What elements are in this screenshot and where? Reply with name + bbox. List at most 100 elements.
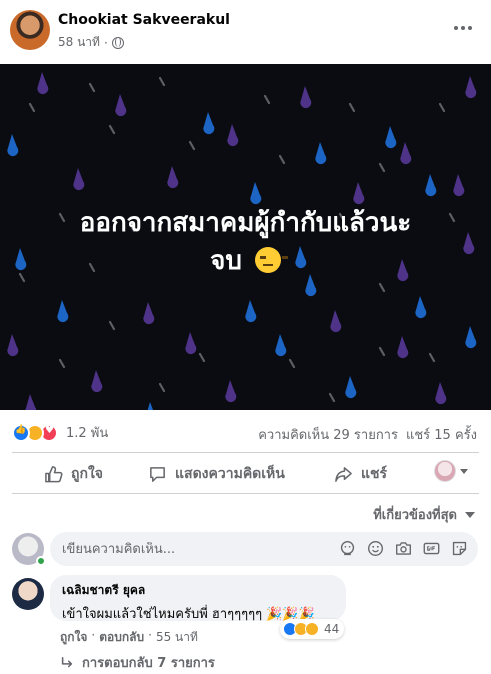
raindrop-shape — [397, 336, 409, 359]
rain-streak-shape — [428, 352, 436, 363]
author-name[interactable]: Chookiat Sakveerakul — [58, 12, 230, 28]
author-avatar[interactable] — [10, 10, 50, 50]
online-status-icon — [36, 556, 46, 566]
post-image[interactable]: ออกจากสมาคมผู้กำกับแล้วนะ จบ — [0, 64, 491, 410]
gif-icon[interactable] — [423, 540, 440, 557]
meta-separator: · — [103, 35, 108, 50]
rain-streak-shape — [278, 154, 286, 165]
composer-tools — [339, 540, 468, 557]
chevron-down-icon — [465, 511, 475, 518]
view-replies-link[interactable]: การตอบกลับ 7 รายการ — [60, 652, 215, 673]
rain-streak-shape — [348, 102, 356, 113]
reaction-count: 1.2 พัน — [66, 426, 109, 441]
reply-arrow-icon — [61, 656, 73, 667]
rain-streak-shape — [288, 358, 296, 369]
raindrop-shape — [143, 302, 155, 325]
post-header: Chookiat Sakveerakul 58 นาที · — [0, 0, 491, 62]
emoji-icon[interactable] — [367, 540, 384, 557]
like-button[interactable]: ถูกใจ — [44, 463, 103, 485]
post-text-line-2-text: จบ — [210, 246, 242, 276]
rain-streak-shape — [263, 94, 271, 105]
raindrop-shape — [115, 94, 127, 117]
raindrop-shape — [415, 296, 427, 319]
expressionless-emoji-icon — [254, 247, 288, 273]
dot-icon — [461, 26, 465, 30]
raindrop-shape — [465, 76, 477, 99]
post-time[interactable]: 58 นาที — [58, 33, 100, 52]
reaction-summary[interactable]: 1.2 พัน — [12, 422, 108, 443]
divider — [12, 452, 479, 453]
reaction-as-selector[interactable] — [434, 460, 468, 482]
post-stats: 1.2 พัน ความคิดเห็น 29 รายการ แชร์ 15 คร… — [0, 418, 491, 446]
comment-input[interactable] — [62, 541, 322, 557]
raindrop-shape — [465, 326, 477, 349]
raindrop-shape — [425, 174, 437, 197]
sticker-icon[interactable] — [451, 540, 468, 557]
share-icon — [335, 466, 352, 482]
meta-separator: · — [91, 628, 96, 642]
raindrop-shape — [315, 142, 327, 165]
camera-icon[interactable] — [395, 540, 412, 557]
commenter-avatar[interactable] — [12, 578, 44, 610]
avatar — [434, 460, 456, 482]
dot-icon — [454, 26, 458, 30]
rain-streak-shape — [158, 76, 166, 87]
raindrop-shape — [330, 310, 342, 333]
comment-count[interactable]: ความคิดเห็น 29 รายการ — [258, 424, 398, 445]
like-label: ถูกใจ — [71, 466, 103, 482]
raindrop-shape — [353, 182, 365, 205]
raindrop-shape — [7, 134, 19, 157]
commenter-name[interactable]: เฉลิมชาตรี ยุคล — [62, 581, 334, 600]
raindrop-shape — [245, 300, 257, 323]
rain-streak-shape — [378, 346, 386, 357]
comment-meta: ถูกใจ · ตอบกลับ · 55 นาที — [60, 628, 198, 647]
comment-composer[interactable] — [50, 532, 478, 566]
comment-reply-link[interactable]: ตอบกลับ — [99, 628, 144, 647]
rain-streak-shape — [438, 102, 446, 113]
raindrop-shape — [400, 142, 412, 165]
share-button[interactable]: แชร์ — [334, 463, 387, 485]
raindrop-shape — [203, 112, 215, 135]
globe-icon — [111, 36, 124, 49]
rain-streak-shape — [158, 382, 166, 393]
rain-streak-shape — [378, 162, 386, 173]
raindrop-shape — [37, 72, 49, 95]
raindrop-shape — [345, 376, 357, 399]
rain-streak-shape — [108, 124, 116, 135]
rain-streak-shape — [328, 392, 336, 403]
replies-label: การตอบกลับ 7 รายการ — [82, 656, 215, 671]
post-text: ออกจากสมาคมผู้กำกับแล้วนะ จบ — [0, 204, 491, 280]
comment-label: แสดงความคิดเห็น — [175, 466, 285, 482]
comment-time[interactable]: 55 นาที — [156, 628, 198, 647]
comment-reaction-count: 44 — [324, 622, 340, 636]
share-count[interactable]: แชร์ 15 ครั้ง — [406, 424, 477, 445]
thumbs-up-icon — [45, 465, 63, 482]
raindrop-shape — [453, 174, 465, 197]
raindrop-shape — [225, 380, 237, 403]
share-label: แชร์ — [361, 466, 388, 482]
post-meta: 58 นาที · — [58, 33, 124, 52]
like-reaction-icon — [12, 423, 30, 442]
comment-like-link[interactable]: ถูกใจ — [60, 628, 87, 647]
sort-label: ที่เกี่ยวข้องที่สุด — [373, 508, 457, 523]
raindrop-shape — [73, 168, 85, 191]
comment-bubble: เฉลิมชาตรี ยุคล เข้าใจผมแล้วใช่ไหมครับพี… — [50, 575, 346, 622]
raindrop-shape — [435, 382, 447, 405]
comment-sort-dropdown[interactable]: ที่เกี่ยวข้องที่สุด — [373, 504, 475, 525]
raindrop-shape — [25, 394, 37, 410]
raindrop-shape — [57, 300, 69, 323]
raindrop-shape — [227, 124, 239, 147]
post-text-line-1: ออกจากสมาคมผู้กำกับแล้วนะ — [79, 208, 412, 238]
more-options-button[interactable] — [449, 16, 477, 40]
rain-streak-shape — [88, 82, 96, 93]
divider — [12, 493, 479, 494]
comment-reaction-summary[interactable]: 44 — [280, 619, 345, 639]
raindrop-shape — [7, 334, 19, 357]
haha-reaction-icon — [305, 622, 319, 636]
avatar-sticker-icon[interactable] — [339, 540, 356, 557]
raindrop-shape — [250, 182, 262, 205]
rain-streak-shape — [108, 320, 116, 331]
rain-streak-shape — [198, 352, 206, 363]
action-bar: ถูกใจ แสดงความคิดเห็น แชร์ — [12, 454, 479, 492]
comment-button[interactable]: แสดงความคิดเห็น — [148, 463, 285, 485]
